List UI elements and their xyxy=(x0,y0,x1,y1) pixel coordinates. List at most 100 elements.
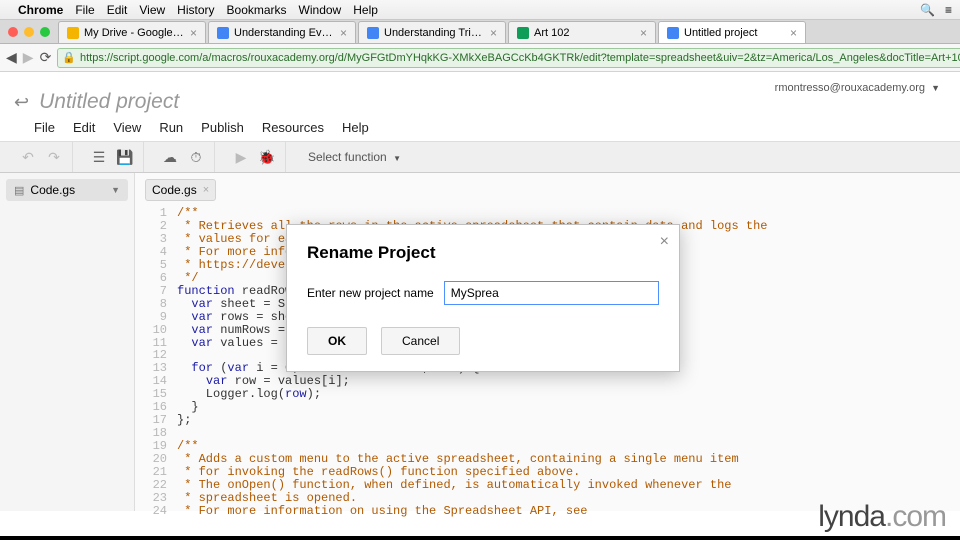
tab-close-icon[interactable]: × xyxy=(190,26,197,40)
line-number: 1 xyxy=(135,207,177,220)
tab-close-icon[interactable]: × xyxy=(340,26,347,40)
menu-publish[interactable]: Publish xyxy=(201,120,244,135)
line-number: 5 xyxy=(135,259,177,272)
chrome-tab-strip: My Drive - Google Drive × Understanding … xyxy=(0,20,960,44)
code-line[interactable]: 18 xyxy=(135,427,960,440)
editor-file-tab[interactable]: Code.gs × xyxy=(145,179,216,201)
zoom-window-icon[interactable] xyxy=(40,27,50,37)
close-window-icon[interactable] xyxy=(8,27,18,37)
dialog-field-label: Enter new project name xyxy=(307,286,434,300)
tab-title: Untitled project xyxy=(684,27,785,39)
dialog-close-icon[interactable]: × xyxy=(660,233,669,251)
favicon-icon xyxy=(667,27,679,39)
file-sidebar: ▤ Code.gs ▼ xyxy=(0,173,135,511)
mac-menu-edit[interactable]: Edit xyxy=(107,3,128,17)
line-number: 24 xyxy=(135,505,177,518)
line-source: * For more information on using the Spre… xyxy=(177,505,587,518)
reload-button[interactable]: ⟳ xyxy=(40,48,52,68)
chrome-toolbar: ◀ ▶ ⟳ 🔒 https://script.google.com/a/macr… xyxy=(0,44,960,72)
tab-title: My Drive - Google Drive xyxy=(84,27,185,39)
menu-file[interactable]: File xyxy=(34,120,55,135)
line-number: 7 xyxy=(135,285,177,298)
line-number: 3 xyxy=(135,233,177,246)
project-title[interactable]: Untitled project xyxy=(39,90,179,114)
save-button[interactable]: 💾 xyxy=(115,147,135,167)
browser-tab[interactable]: Understanding Triggers - … × xyxy=(358,21,506,43)
rename-project-dialog: × Rename Project Enter new project name … xyxy=(286,224,680,372)
lock-icon: 🔒 xyxy=(62,51,76,64)
select-function-dropdown[interactable]: Select function ▼ xyxy=(302,150,407,164)
spotlight-icon[interactable]: 🔍 xyxy=(920,3,935,17)
line-number: 4 xyxy=(135,246,177,259)
code-line[interactable]: 16 } xyxy=(135,401,960,414)
tab-close-icon[interactable]: × xyxy=(490,26,497,40)
mac-menu-history[interactable]: History xyxy=(177,3,214,17)
favicon-icon xyxy=(367,27,379,39)
dropdown-caret-icon: ▼ xyxy=(393,154,401,163)
redo-button[interactable]: ↷ xyxy=(44,147,64,167)
menu-help[interactable]: Help xyxy=(342,120,369,135)
run-button[interactable]: ▶ xyxy=(231,147,251,167)
chrome-app-name[interactable]: Chrome xyxy=(18,3,63,17)
project-name-input[interactable] xyxy=(444,281,659,305)
line-number: 6 xyxy=(135,272,177,285)
menu-edit[interactable]: Edit xyxy=(73,120,95,135)
project-header: ↩ Untitled project xyxy=(0,72,960,118)
tab-title: Understanding Events - G… xyxy=(234,27,335,39)
code-line[interactable]: 17}; xyxy=(135,414,960,427)
line-source: }; xyxy=(177,414,191,427)
undo-button[interactable]: ↶ xyxy=(18,147,38,167)
tab-close-icon[interactable]: × xyxy=(640,26,647,40)
address-bar[interactable]: 🔒 https://script.google.com/a/macros/rou… xyxy=(57,48,960,68)
window-controls[interactable] xyxy=(4,27,58,43)
tab-title: Art 102 xyxy=(534,27,635,39)
menu-run[interactable]: Run xyxy=(159,120,183,135)
browser-tab[interactable]: Art 102 × xyxy=(508,21,656,43)
tab-close-icon[interactable]: × xyxy=(790,26,797,40)
account-caret-icon: ▼ xyxy=(931,83,940,93)
sidebar-file-item[interactable]: ▤ Code.gs ▼ xyxy=(6,179,128,201)
line-number: 23 xyxy=(135,492,177,505)
mac-menu-view[interactable]: View xyxy=(139,3,165,17)
frame-border xyxy=(0,536,960,540)
indent-button[interactable]: ☰ xyxy=(89,147,109,167)
editor-file-tab-label: Code.gs xyxy=(152,183,197,197)
favicon-icon xyxy=(517,27,529,39)
browser-tab[interactable]: My Drive - Google Drive × xyxy=(58,21,206,43)
back-button[interactable]: ◀ xyxy=(6,48,17,68)
select-function-label: Select function xyxy=(308,150,387,164)
deploy-button[interactable]: ☁ xyxy=(160,147,180,167)
watermark-suffix: .com xyxy=(885,500,946,533)
account-email-text: rmontresso@rouxacademy.org xyxy=(775,82,925,94)
line-number: 10 xyxy=(135,324,177,337)
dialog-title: Rename Project xyxy=(307,243,659,263)
triggers-button[interactable]: ⏱ xyxy=(186,147,206,167)
sidebar-file-label: Code.gs xyxy=(30,183,75,197)
menu-view[interactable]: View xyxy=(113,120,141,135)
account-email[interactable]: rmontresso@rouxacademy.org ▼ xyxy=(775,82,940,94)
menu-resources[interactable]: Resources xyxy=(262,120,324,135)
close-tab-icon[interactable]: × xyxy=(203,184,209,196)
minimize-window-icon[interactable] xyxy=(24,27,34,37)
favicon-icon xyxy=(67,27,79,39)
mac-menu-file[interactable]: File xyxy=(75,3,94,17)
mac-menu-bookmarks[interactable]: Bookmarks xyxy=(227,3,287,17)
mac-menubar: Chrome File Edit View History Bookmarks … xyxy=(0,0,960,20)
file-menu-caret-icon[interactable]: ▼ xyxy=(111,185,120,195)
debug-button[interactable]: 🐞 xyxy=(257,147,277,167)
mac-menu-help[interactable]: Help xyxy=(353,3,378,17)
menu-extra-icon[interactable]: ≡ xyxy=(945,3,952,17)
watermark: lynda.com xyxy=(818,500,946,534)
browser-tab[interactable]: Untitled project × xyxy=(658,21,806,43)
tab-title: Understanding Triggers - … xyxy=(384,27,485,39)
ok-button[interactable]: OK xyxy=(307,327,367,355)
mac-menu-window[interactable]: Window xyxy=(299,3,342,17)
line-number: 2 xyxy=(135,220,177,233)
favicon-icon xyxy=(217,27,229,39)
url-text: https://script.google.com/a/macros/rouxa… xyxy=(80,52,960,64)
code-line[interactable]: 15 Logger.log(row); xyxy=(135,388,960,401)
back-to-drive-icon[interactable]: ↩ xyxy=(14,92,29,113)
forward-button[interactable]: ▶ xyxy=(23,48,34,68)
browser-tab[interactable]: Understanding Events - G… × xyxy=(208,21,356,43)
cancel-button[interactable]: Cancel xyxy=(381,327,460,355)
